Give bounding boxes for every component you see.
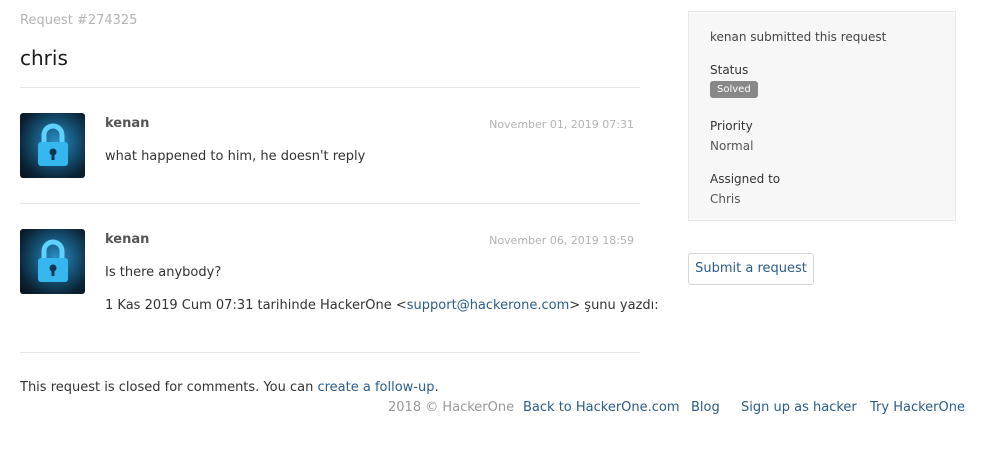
assigned-value: Chris xyxy=(710,192,741,206)
status-label: Status xyxy=(710,63,749,77)
submitted-by-text: kenan submitted this request xyxy=(710,30,887,44)
request-id: Request #274325 xyxy=(20,13,138,28)
comment-body: Is there anybody? xyxy=(105,265,222,280)
comment-date: November 06, 2019 18:59 xyxy=(489,234,634,247)
closed-notice-end: . xyxy=(434,380,439,395)
page-title: chris xyxy=(20,46,68,70)
follow-up-link[interactable]: create a follow-up xyxy=(317,380,434,395)
status-badge: Solved xyxy=(710,81,758,98)
request-details-sidebar: kenan submitted this request Status Solv… xyxy=(688,11,956,221)
avatar xyxy=(20,229,85,294)
footer-link-back-to-hackerone[interactable]: Back to HackerOne.com xyxy=(523,400,680,415)
footer-link-sign-up[interactable]: Sign up as hacker xyxy=(741,400,857,415)
footer-copyright: 2018 © HackerOne xyxy=(388,400,515,415)
footer-link-blog[interactable]: Blog xyxy=(691,400,720,415)
divider xyxy=(20,352,640,353)
comment-author: kenan xyxy=(105,116,150,131)
closed-notice: This request is closed for comments. You… xyxy=(20,380,439,395)
closed-notice-text: This request is closed for comments. You… xyxy=(20,380,318,395)
submit-request-button[interactable]: Submit a request xyxy=(688,253,814,285)
priority-label: Priority xyxy=(710,119,753,133)
padlock-icon xyxy=(38,239,68,282)
comment-body: what happened to him, he doesn't reply xyxy=(105,149,366,164)
comment-author: kenan xyxy=(105,232,150,247)
avatar xyxy=(20,113,85,178)
support-email-link[interactable]: support@hackerone.com xyxy=(407,298,569,313)
quote-prefix: 1 Kas 2019 Cum 07:31 tarihinde HackerOne… xyxy=(105,298,407,313)
priority-value: Normal xyxy=(710,139,754,153)
divider xyxy=(20,87,640,88)
padlock-icon xyxy=(38,123,68,166)
quote-suffix: > şunu yazdı: xyxy=(569,298,659,313)
footer-link-try-hackerone[interactable]: Try HackerOne xyxy=(870,400,965,415)
comment-date: November 01, 2019 07:31 xyxy=(489,118,634,131)
assigned-label: Assigned to xyxy=(710,172,781,186)
comment-quote: 1 Kas 2019 Cum 07:31 tarihinde HackerOne… xyxy=(105,298,659,313)
divider xyxy=(20,203,640,204)
